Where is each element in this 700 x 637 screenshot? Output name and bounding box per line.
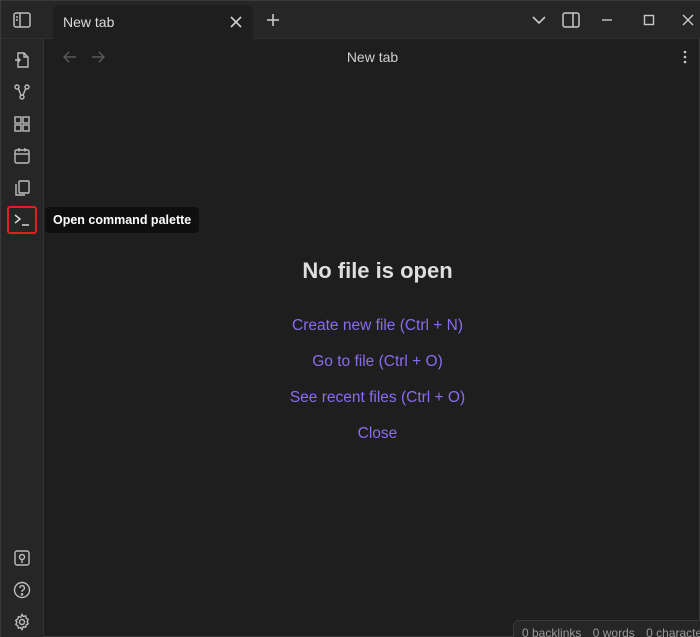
new-tab-plus-icon[interactable]	[263, 10, 283, 30]
copy-icon[interactable]	[9, 175, 35, 201]
calendar-icon[interactable]	[9, 143, 35, 169]
tab-close-icon[interactable]	[227, 13, 245, 31]
see-recent-files-link[interactable]: See recent files (Ctrl + O)	[44, 389, 700, 407]
graph-icon[interactable]	[9, 79, 35, 105]
create-new-file-link[interactable]: Create new file (Ctrl + N)	[44, 317, 700, 335]
terminal-icon[interactable]	[7, 206, 37, 234]
file-switch-icon[interactable]	[9, 47, 35, 73]
title-bar: New tab	[1, 1, 700, 39]
go-to-file-link[interactable]: Go to file (Ctrl + O)	[44, 353, 700, 371]
view-title: New tab	[346, 49, 399, 65]
help-icon[interactable]	[9, 577, 35, 603]
right-sidebar-toggle-icon[interactable]	[561, 10, 581, 30]
close-link[interactable]: Close	[44, 425, 700, 443]
backlinks-count[interactable]: 0 backlinks	[522, 626, 581, 637]
canvas-icon[interactable]	[9, 111, 35, 137]
left-ribbon	[1, 39, 44, 637]
word-count: 0 words	[592, 626, 635, 637]
more-options-icon[interactable]	[677, 47, 693, 67]
minimize-icon[interactable]	[597, 10, 617, 30]
app-window: New tab Open command palette New tab No …	[0, 0, 700, 637]
tab-list-chevron-down-icon[interactable]	[529, 10, 549, 30]
window-close-icon[interactable]	[678, 10, 698, 30]
command-palette-tooltip: Open command palette	[45, 207, 200, 233]
character-count: 0 characters	[646, 626, 700, 637]
empty-state-heading: No file is open	[302, 258, 453, 283]
tab-title: New tab	[63, 14, 115, 30]
tab-new-tab[interactable]: New tab	[53, 5, 253, 39]
left-sidebar-toggle-icon[interactable]	[11, 10, 33, 30]
settings-icon[interactable]	[9, 609, 35, 635]
vault-icon[interactable]	[9, 545, 35, 571]
maximize-icon[interactable]	[639, 10, 659, 30]
status-bar: 0 backlinks 0 words 0 characters	[513, 620, 700, 637]
